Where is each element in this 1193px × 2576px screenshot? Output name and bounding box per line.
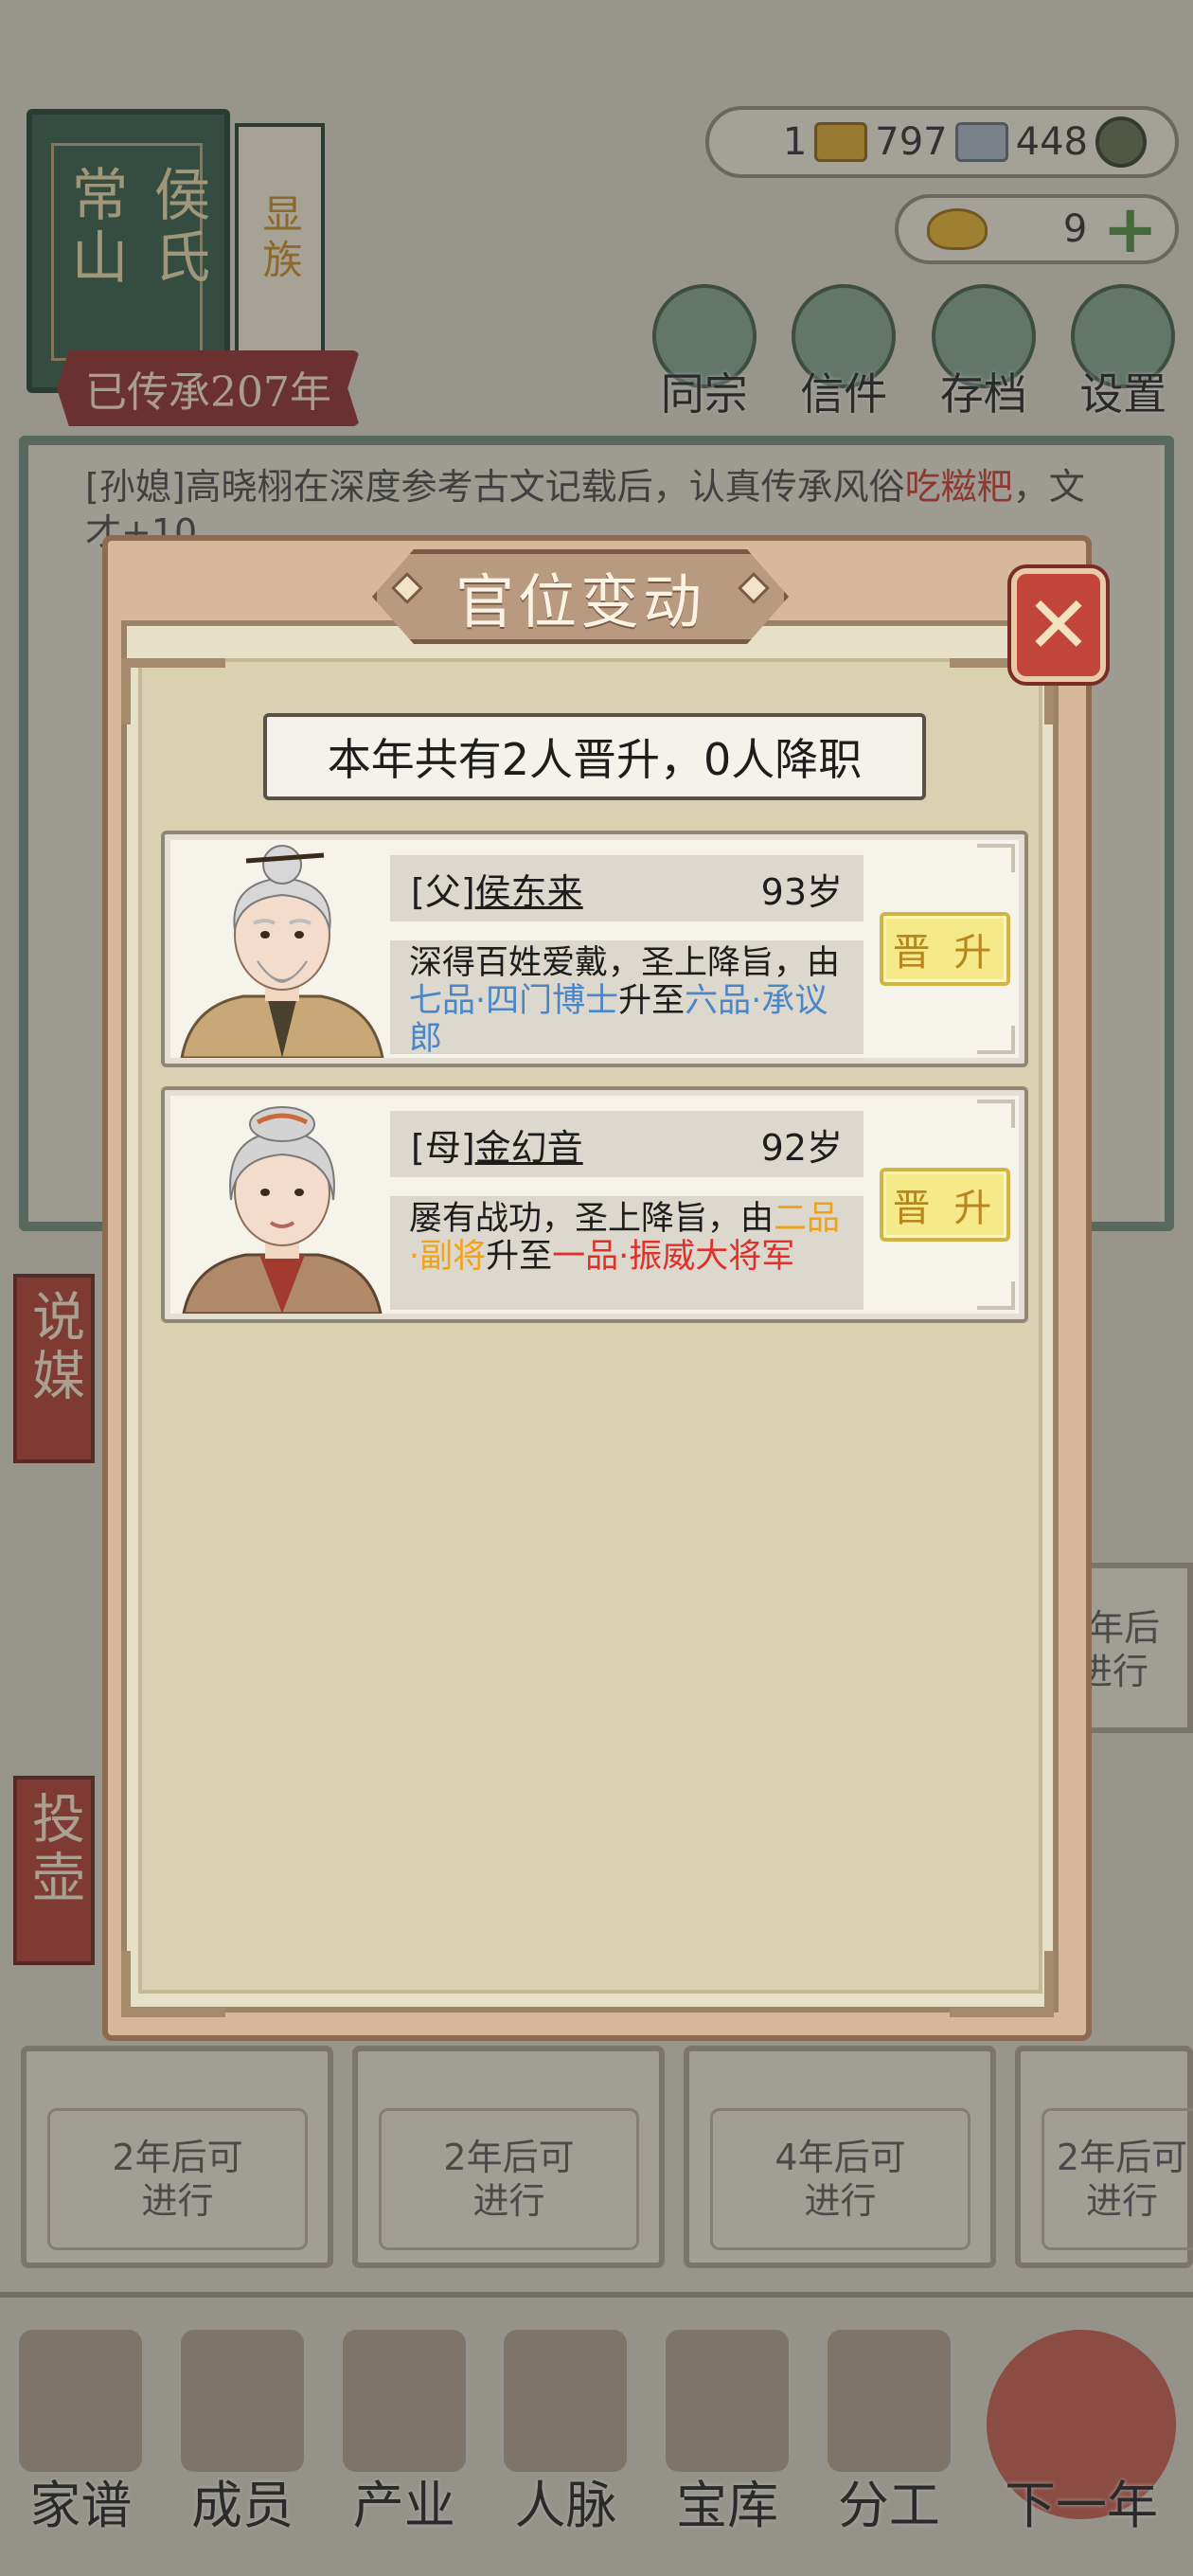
elder-man-portrait <box>172 840 392 1058</box>
member-name: 侯东来 <box>474 870 583 913</box>
promotion-summary: 本年共有2人晋升，0人降职 <box>263 713 926 800</box>
card-corner-ornament <box>977 844 1015 872</box>
dialog-title: 官位变动 <box>454 567 705 636</box>
desc-text: 屡有战功，圣上降旨，由 <box>409 1200 775 1238</box>
member-name: 金幻音 <box>474 1126 583 1169</box>
to-rank: 一品·振威大将军 <box>552 1238 795 1276</box>
rank-change-description: 屡有战功，圣上降旨，由二品·副将升至一品·振威大将军 <box>390 1196 864 1310</box>
close-icon: ✕ <box>1024 579 1093 671</box>
member-age: 93岁 <box>760 870 843 913</box>
promote-badge[interactable]: 晋 升 <box>880 912 1010 986</box>
rank-change-dialog: 官位变动 ✕ 本年共有2人晋升，0人降职 [父]侯东来 93岁 深得百姓爱戴，圣… <box>102 535 1106 2041</box>
frame-corner-ornament <box>121 1951 225 2017</box>
member-identity[interactable]: [父]侯东来 <box>411 863 583 915</box>
card-corner-ornament <box>977 1281 1015 1310</box>
frame-corner-ornament <box>121 658 225 724</box>
rank-change-description: 深得百姓爱戴，圣上降旨，由七品·四门博士升至六品·承议郎 <box>390 940 864 1058</box>
member-name-row: [母]金幻音 92岁 <box>390 1111 864 1177</box>
member-name-row: [父]侯东来 93岁 <box>390 855 864 921</box>
member-age: 92岁 <box>760 1126 843 1169</box>
rank-change-card: [母]金幻音 92岁 屡有战功，圣上降旨，由二品·副将升至一品·振威大将军 晋 … <box>161 1086 1028 1323</box>
member-identity[interactable]: [母]金幻音 <box>411 1118 583 1171</box>
member-relation: [母] <box>411 1126 475 1169</box>
from-rank: 七品·四门博士 <box>409 982 619 1020</box>
close-button[interactable]: ✕ <box>1011 568 1106 682</box>
card-corner-ornament <box>977 1026 1015 1054</box>
desc-mid: 升至 <box>486 1238 553 1276</box>
member-relation: [父] <box>411 870 475 913</box>
card-corner-ornament <box>977 1100 1015 1128</box>
frame-corner-ornament <box>950 1951 1054 2017</box>
desc-text: 深得百姓爱戴，圣上降旨，由 <box>409 944 841 982</box>
dialog-title-plate: 官位变动 <box>372 549 789 644</box>
rank-change-card: [父]侯东来 93岁 深得百姓爱戴，圣上降旨，由七品·四门博士升至六品·承议郎 … <box>161 831 1028 1067</box>
elder-woman-portrait <box>172 1096 392 1314</box>
desc-mid: 升至 <box>618 982 686 1020</box>
promote-badge[interactable]: 晋 升 <box>880 1168 1010 1242</box>
